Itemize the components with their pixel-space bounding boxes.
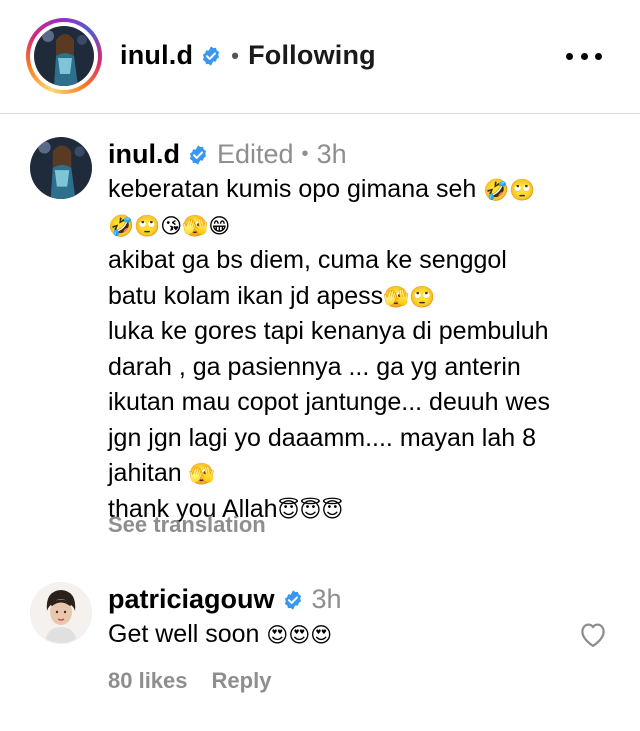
header-user-row: inul.d • Following [120,40,376,71]
post-header: inul.d • Following [0,0,640,114]
comment-line: darah , ga pasiennya ... ga yg anterin [108,352,521,381]
comment-header: inul.d Edited • 3h [108,139,347,170]
verified-badge-icon [187,144,209,166]
story-ring[interactable] [26,18,102,94]
meta-separator: • [301,143,309,165]
header-username[interactable]: inul.d [120,40,193,71]
reply-avatar[interactable] [30,582,92,644]
comment-line: ikutan mau copot jantunge... deuuh wes [108,388,550,416]
comment-line: jahitan 🫣 [108,459,215,487]
reply-button[interactable]: Reply [212,668,272,694]
heart-outline-icon[interactable] [578,620,608,648]
comment-timestamp: 3h [316,139,347,169]
comment-username[interactable]: inul.d [108,139,180,170]
verified-badge-icon [282,589,304,611]
reply-username[interactable]: patriciagouw [108,584,275,615]
comment-line: jgn jgn lagi yo daaamm.... mayan lah 8 [108,423,537,452]
avatar-photo [30,137,92,199]
verified-badge-icon [200,45,222,67]
comment-line: akibat ga bs diem, cuma ke senggol [108,246,507,274]
reply-text: Get well soon 😍😍😍 [108,620,333,648]
header-avatar[interactable] [34,26,94,86]
avatar-photo [34,26,94,86]
comment-line: 🤣🙄😘🫣😁 [108,213,231,238]
reply-timestamp: 3h [311,584,342,614]
see-translation-link[interactable]: See translation [108,512,266,538]
comment-line: keberatan kumis opo gimana seh 🤣🙄 [108,175,536,203]
edited-label: Edited [216,139,294,169]
likes-count[interactable]: 80 likes [108,668,188,694]
avatar-photo [31,583,91,643]
comment-avatar[interactable] [30,137,92,199]
reply-header: patriciagouw 3h [108,584,342,615]
reply-emoji: 😍😍😍 [266,623,333,647]
following-button[interactable]: Following [248,40,376,71]
reply-actions: 80 likes Reply [108,668,271,694]
header-separator: • [231,42,240,68]
comment-line: batu kolam ikan jd apess🫣🙄 [108,281,436,310]
comment-line: luka ke gores tapi kenanya di pembuluh [108,317,549,345]
comment-text: keberatan kumis opo gimana seh 🤣🙄 🤣🙄😘🫣😁 … [108,172,618,527]
more-horizontal-icon[interactable] [566,48,602,64]
